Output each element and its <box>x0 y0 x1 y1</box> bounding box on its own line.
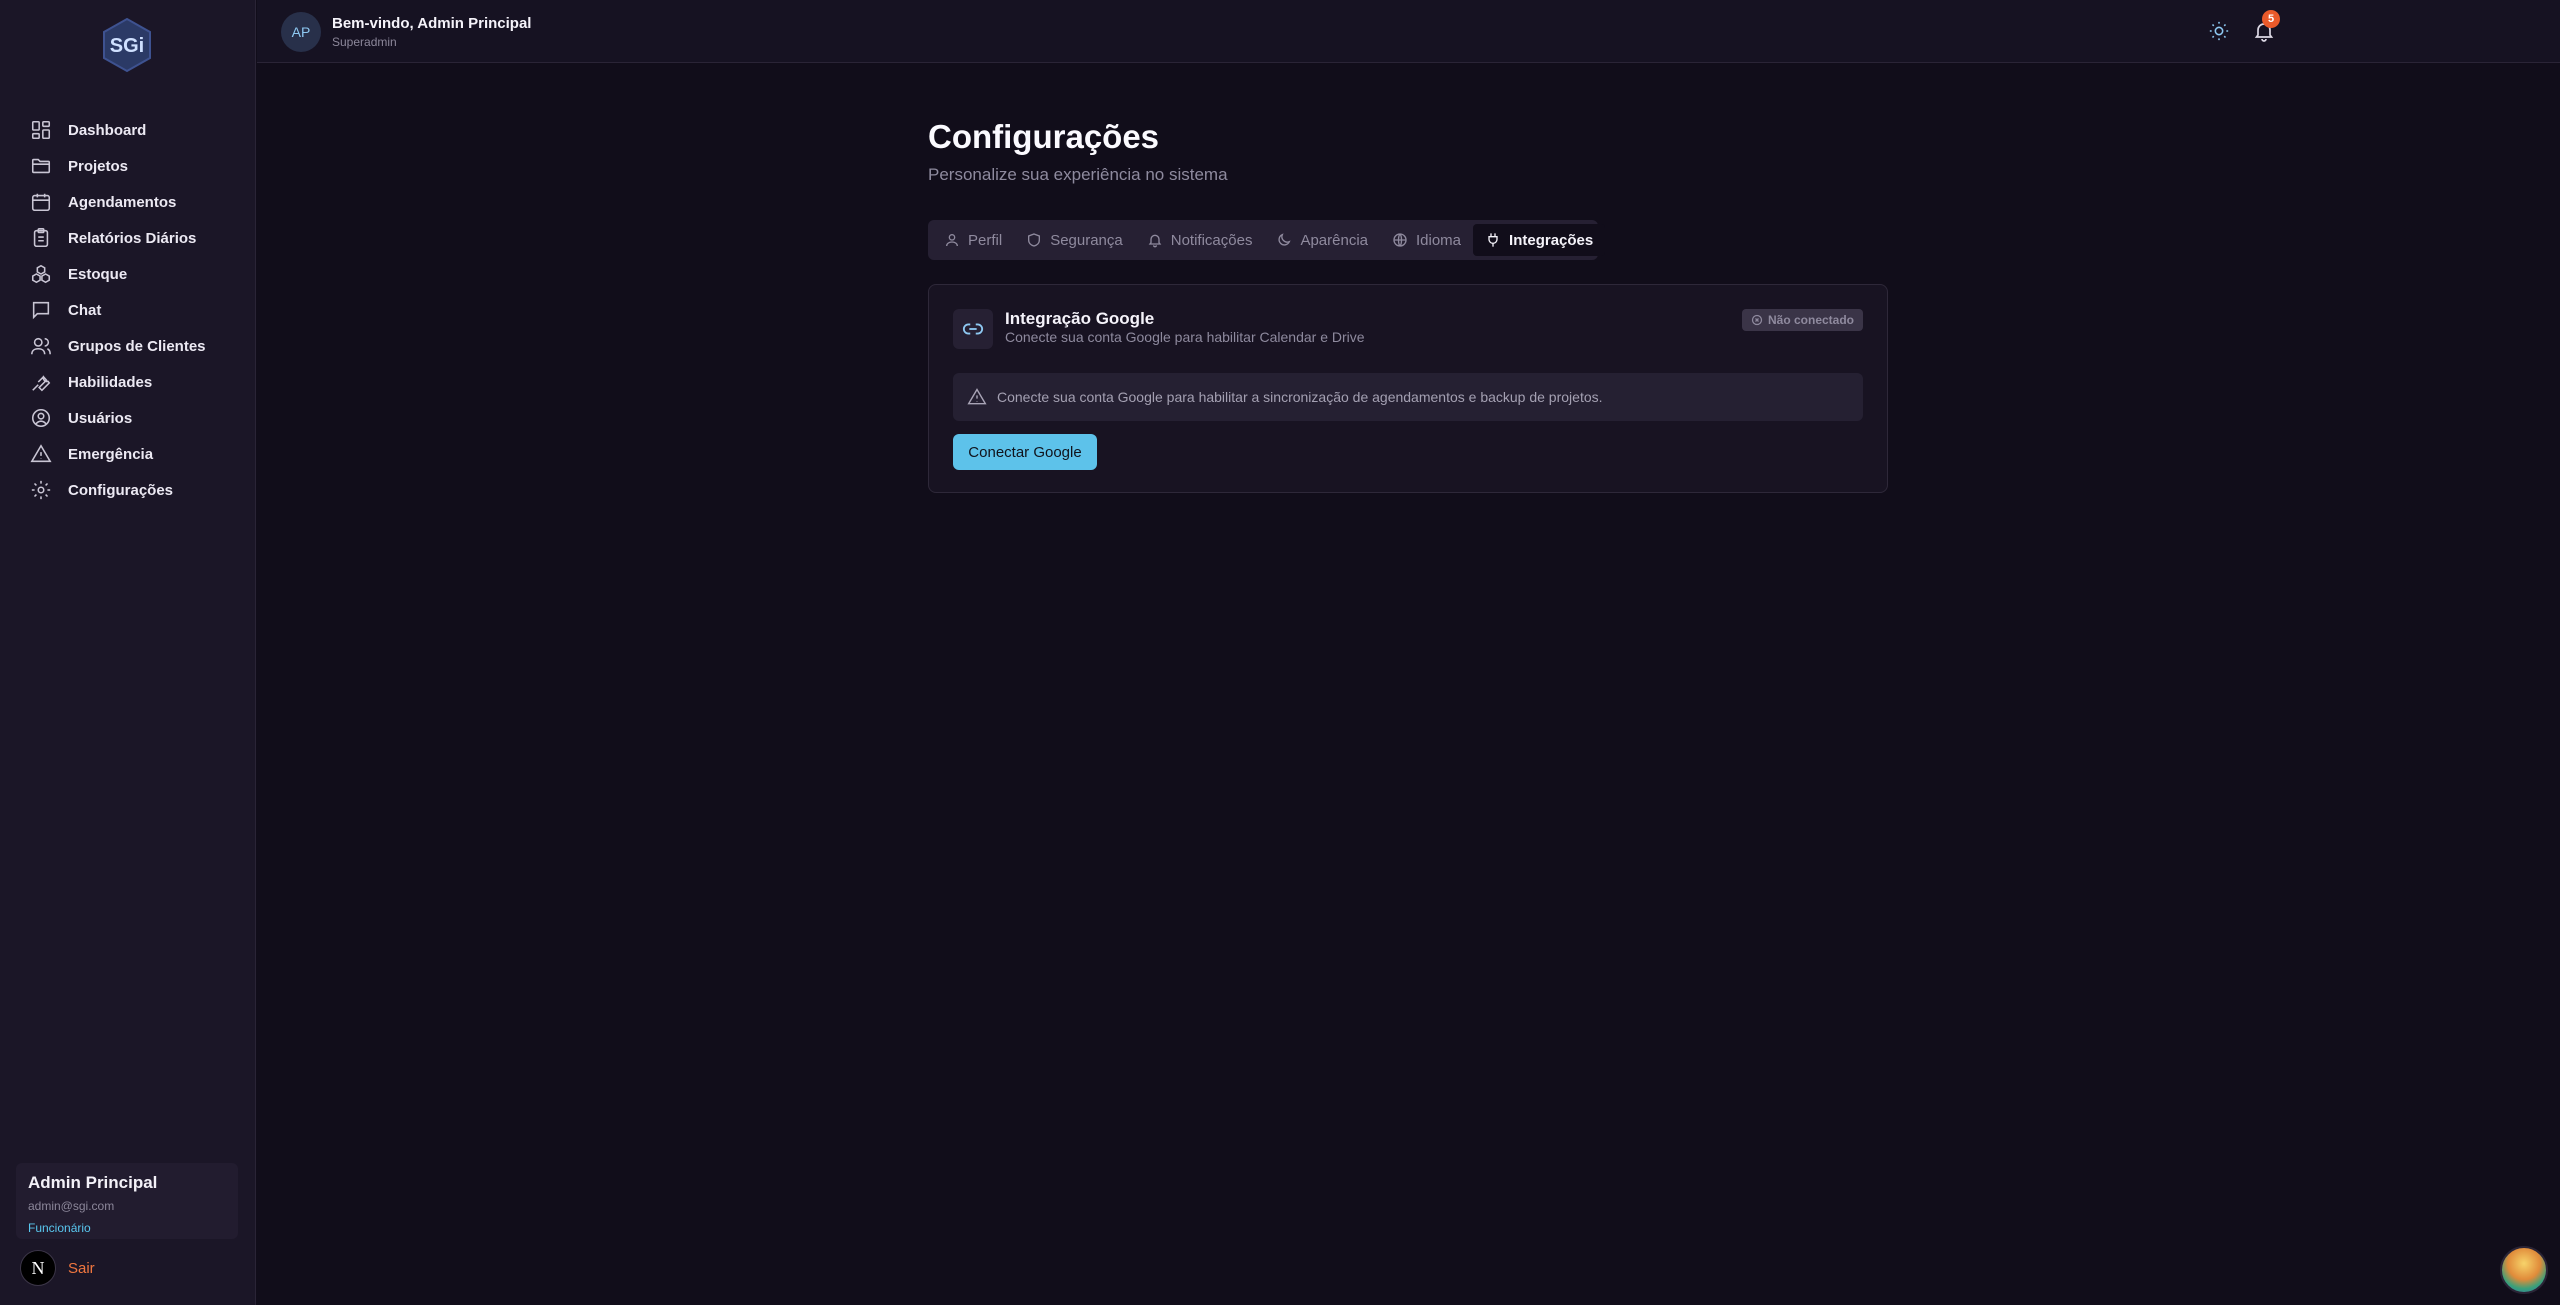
user-role: Funcionário <box>28 1221 91 1235</box>
shield-icon <box>1026 232 1042 248</box>
assistant-avatar-button[interactable] <box>2500 1246 2548 1294</box>
sidebar-item-chat[interactable]: Chat <box>0 292 256 328</box>
folder-icon <box>30 155 52 177</box>
user-role-label: Superadmin <box>332 35 397 49</box>
sidebar-item-estoque[interactable]: Estoque <box>0 256 256 292</box>
boxes-icon <box>30 263 52 285</box>
sidebar-item-projetos[interactable]: Projetos <box>0 148 256 184</box>
settings-tabs: Perfil Segurança Notificações Aparência … <box>928 220 1606 260</box>
clipboard-icon <box>30 227 52 249</box>
tab-notificacoes[interactable]: Notificações <box>1135 224 1265 256</box>
calendar-icon <box>30 191 52 213</box>
sidebar-nav: Dashboard Projetos Agendamentos Relatóri… <box>0 112 256 508</box>
sidebar-item-agendamentos[interactable]: Agendamentos <box>0 184 256 220</box>
message-square-icon <box>30 299 52 321</box>
tab-label: Aparência <box>1300 231 1368 249</box>
alert-triangle-icon <box>967 387 987 407</box>
alert-text: Conecte sua conta Google para habilitar … <box>997 389 1603 405</box>
sidebar-item-label: Chat <box>68 301 102 319</box>
tab-seguranca[interactable]: Segurança <box>1014 224 1135 256</box>
globe-icon <box>1392 232 1408 248</box>
connect-google-button[interactable]: Conectar Google <box>953 434 1097 470</box>
sgi-logo[interactable]: SGi <box>98 16 156 74</box>
sun-icon[interactable] <box>2208 20 2230 42</box>
wrench-icon <box>30 371 52 393</box>
google-integration-card: Integração Google Conecte sua conta Goog… <box>928 284 1888 493</box>
user-circle-icon <box>30 407 52 429</box>
gear-icon <box>30 479 52 501</box>
user-card: Admin Principal admin@sgi.com Funcionári… <box>16 1163 238 1239</box>
sidebar-item-dashboard[interactable]: Dashboard <box>0 112 256 148</box>
tab-label: Idioma <box>1416 231 1462 249</box>
user-email: admin@sgi.com <box>28 1199 115 1213</box>
sidebar-item-label: Grupos de Clientes <box>68 337 206 355</box>
avatar[interactable]: AP <box>281 12 321 52</box>
x-circle-icon <box>1751 314 1763 326</box>
sidebar-item-label: Relatórios Diários <box>68 229 197 247</box>
logout-button[interactable]: Sair <box>68 1260 95 1277</box>
tab-integracoes[interactable]: Integrações <box>1473 224 1606 256</box>
sidebar-item-label: Agendamentos <box>68 193 177 211</box>
user-name: Admin Principal <box>28 1173 158 1192</box>
sidebar-item-label: Estoque <box>68 265 128 283</box>
card-description: Conecte sua conta Google para habilitar … <box>1005 329 1365 345</box>
plug-icon <box>1485 232 1501 248</box>
sidebar-item-grupos-de-clientes[interactable]: Grupos de Clientes <box>0 328 256 364</box>
link-icon <box>953 309 993 349</box>
user-icon <box>944 232 960 248</box>
sidebar-item-label: Projetos <box>68 157 129 175</box>
page-subtitle: Personalize sua experiência no sistema <box>928 165 1228 184</box>
logout-row: N Sair <box>20 1250 95 1286</box>
layout-grid-icon <box>30 119 52 141</box>
moon-icon <box>1276 232 1292 248</box>
sidebar: SGi Dashboard Projetos Agendamentos Rela… <box>0 0 256 1305</box>
users-icon <box>30 335 52 357</box>
sidebar-item-label: Habilidades <box>68 373 153 391</box>
tab-label: Notificações <box>1170 231 1253 249</box>
welcome-title: Bem-vindo, Admin Principal <box>332 15 532 32</box>
info-alert: Conecte sua conta Google para habilitar … <box>953 373 1863 421</box>
sidebar-item-label: Configurações <box>68 481 174 499</box>
welcome-block: Bem-vindo, Admin Principal Superadmin <box>332 15 531 49</box>
notification-count-badge: 5 <box>2262 10 2280 28</box>
tab-idioma[interactable]: Idioma <box>1380 224 1473 256</box>
tab-label: Segurança <box>1050 231 1123 249</box>
logo-text: SGi <box>110 35 144 57</box>
n-badge[interactable]: N <box>20 1250 56 1286</box>
card-title: Integração Google <box>1005 309 1155 328</box>
tab-label: Integrações <box>1509 231 1594 249</box>
tab-label: Perfil <box>968 231 1003 249</box>
sidebar-item-habilidades[interactable]: Habilidades <box>0 364 256 400</box>
status-label: Não conectado <box>1767 313 1854 327</box>
sidebar-item-label: Usuários <box>68 409 133 427</box>
sidebar-item-label: Emergência <box>68 445 154 463</box>
sidebar-item-configuracoes[interactable]: Configurações <box>0 472 256 508</box>
sidebar-item-relatorios[interactable]: Relatórios Diários <box>0 220 256 256</box>
status-badge: Não conectado <box>1741 309 1863 331</box>
sidebar-item-usuarios[interactable]: Usuários <box>0 400 256 436</box>
bell-icon <box>1147 232 1163 248</box>
tab-perfil[interactable]: Perfil <box>932 224 1014 256</box>
tab-aparencia[interactable]: Aparência <box>1264 224 1380 256</box>
sidebar-item-emergencia[interactable]: Emergência <box>0 436 256 472</box>
page-title: Configurações <box>928 118 1160 155</box>
alert-triangle-icon <box>30 443 52 465</box>
sidebar-item-label: Dashboard <box>68 121 147 139</box>
